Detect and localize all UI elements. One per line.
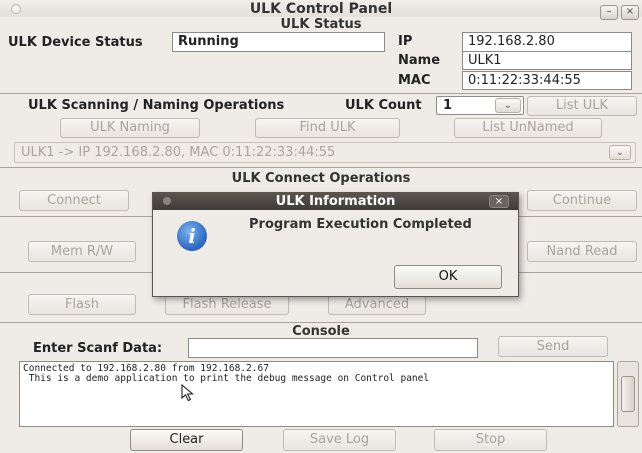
scrollbar-thumb[interactable]: [621, 376, 635, 412]
console-scrollbar[interactable]: [617, 361, 639, 427]
mouse-cursor-icon: [181, 384, 194, 402]
ulk-information-dialog: ULK Information × i Program Execution Co…: [152, 192, 519, 297]
clear-button[interactable]: Clear: [130, 429, 243, 451]
dialog-menu-icon[interactable]: [163, 197, 171, 205]
ulk-device-select[interactable]: ULK1 -> IP 192.168.2.80, MAC 0:11:22:33:…: [14, 142, 636, 163]
connect-button[interactable]: Connect: [19, 190, 129, 211]
console-line: This is a demo application to print the …: [23, 373, 430, 384]
connect-section-title: ULK Connect Operations: [231, 171, 411, 186]
send-button[interactable]: Send: [498, 336, 608, 357]
chevron-down-icon: ⌄: [495, 98, 521, 113]
device-status-label: ULK Device Status: [8, 35, 143, 50]
list-unnamed-button[interactable]: List UnNamed: [454, 118, 602, 138]
stop-button[interactable]: Stop: [434, 429, 547, 451]
mem-rw-button[interactable]: Mem R/W: [28, 241, 136, 262]
ip-field: 192.168.2.80: [462, 32, 632, 52]
flash-release-button[interactable]: Flash Release: [165, 294, 289, 315]
section-divider: [0, 93, 642, 94]
console-output[interactable]: Connected to 192.168.2.80 from 192.168.2…: [19, 361, 614, 427]
status-section-title: ULK Status: [280, 17, 362, 32]
ulk-count-select[interactable]: 1 ⌄: [436, 96, 524, 115]
dialog-close-button[interactable]: ×: [489, 195, 509, 208]
name-label: Name: [398, 53, 441, 68]
section-divider: [0, 322, 642, 323]
scanf-input[interactable]: [188, 338, 478, 358]
device-status-field: Running: [172, 32, 385, 52]
advanced-button[interactable]: Advanced: [328, 294, 426, 315]
flash-button[interactable]: Flash: [28, 294, 136, 315]
ulk-count-label: ULK Count: [345, 98, 422, 113]
ulk-control-panel-window: ULK Control Panel – × ULK Status ULK Dev…: [0, 0, 642, 453]
mac-field: 0:11:22:33:44:55: [462, 71, 632, 90]
section-divider: [0, 167, 642, 168]
nand-read-button[interactable]: Nand Read: [527, 241, 637, 262]
ok-button-label: OK: [438, 269, 458, 284]
mac-label: MAC: [398, 73, 431, 88]
scanning-section-title: ULK Scanning / Naming Operations: [28, 98, 285, 113]
ulk-naming-button[interactable]: ULK Naming: [60, 118, 200, 138]
ulk-count-value: 1: [443, 98, 453, 113]
dialog-message: Program Execution Completed: [249, 217, 472, 232]
save-log-button[interactable]: Save Log: [283, 429, 396, 451]
ulk-device-select-value: ULK1 -> IP 192.168.2.80, MAC 0:11:22:33:…: [21, 145, 336, 160]
continue-button[interactable]: Continue: [527, 190, 637, 211]
ok-button[interactable]: OK: [394, 265, 502, 289]
chevron-down-icon: ⌄: [609, 145, 631, 160]
info-icon: i: [177, 221, 207, 251]
list-ulk-button[interactable]: List ULK: [527, 96, 637, 116]
window-title: ULK Control Panel: [249, 1, 393, 17]
dialog-title: ULK Information: [153, 193, 518, 210]
ip-label: IP: [398, 34, 413, 49]
scanf-label: Enter Scanf Data:: [33, 341, 163, 356]
find-ulk-button[interactable]: Find ULK: [255, 118, 400, 138]
name-field: ULK1: [462, 51, 632, 70]
